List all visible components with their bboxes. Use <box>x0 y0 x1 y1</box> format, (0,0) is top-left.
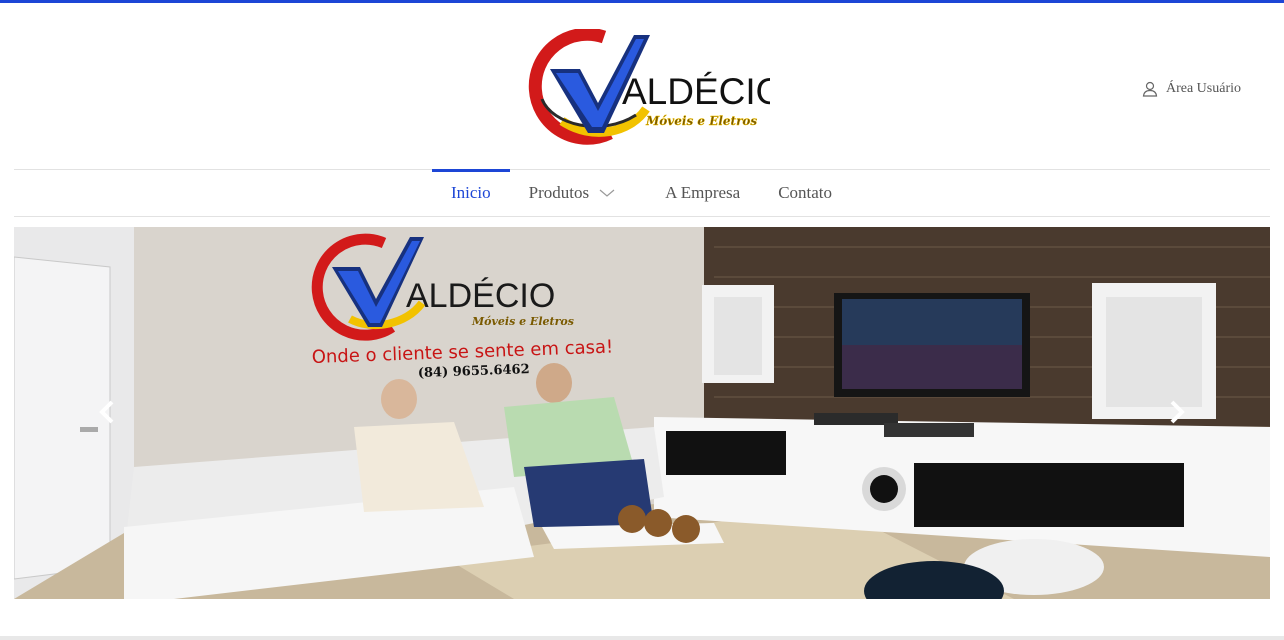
nav-item-label: A Empresa <box>665 183 741 202</box>
nav-item-inicio[interactable]: Inicio <box>432 169 510 216</box>
nav-item-produtos[interactable]: Produtos <box>510 170 643 216</box>
chevron-down-icon <box>599 188 615 198</box>
section-divider <box>0 636 1284 640</box>
nav-item-contato[interactable]: Contato <box>759 170 851 216</box>
chevron-left-icon <box>98 399 116 430</box>
nav-item-label: Inicio <box>451 183 491 202</box>
slider-prev-button[interactable] <box>92 397 122 431</box>
slide-sign-tagline: Móveis e Eletros <box>471 315 574 328</box>
nav-item-a-empresa[interactable]: A Empresa <box>643 170 759 216</box>
nav-item-label: Contato <box>778 183 833 202</box>
site-header: ALDÉCIO Móveis e Eletros Área Usuário <box>0 3 1284 169</box>
user-area-link[interactable]: Área Usuário <box>1142 79 1241 99</box>
hero-slider[interactable]: ALDÉCIO Móveis e Eletros Onde o cliente … <box>14 227 1270 599</box>
brand-tagline: Móveis e Eletros <box>645 114 757 128</box>
main-navigation: Inicio Produtos A Empresa Contato <box>14 169 1270 217</box>
user-icon <box>1142 81 1158 97</box>
chevron-right-icon <box>1168 399 1186 430</box>
brand-logo[interactable]: ALDÉCIO Móveis e Eletros <box>512 29 770 147</box>
user-area-label: Área Usuário <box>1165 81 1241 96</box>
slide-image: ALDÉCIO Móveis e Eletros Onde o cliente … <box>14 227 1270 599</box>
brand-name: ALDÉCIO <box>622 71 770 112</box>
nav-item-label: Produtos <box>528 183 590 202</box>
slider-next-button[interactable] <box>1162 397 1192 431</box>
svg-text:ALDÉCIO: ALDÉCIO <box>406 277 555 315</box>
